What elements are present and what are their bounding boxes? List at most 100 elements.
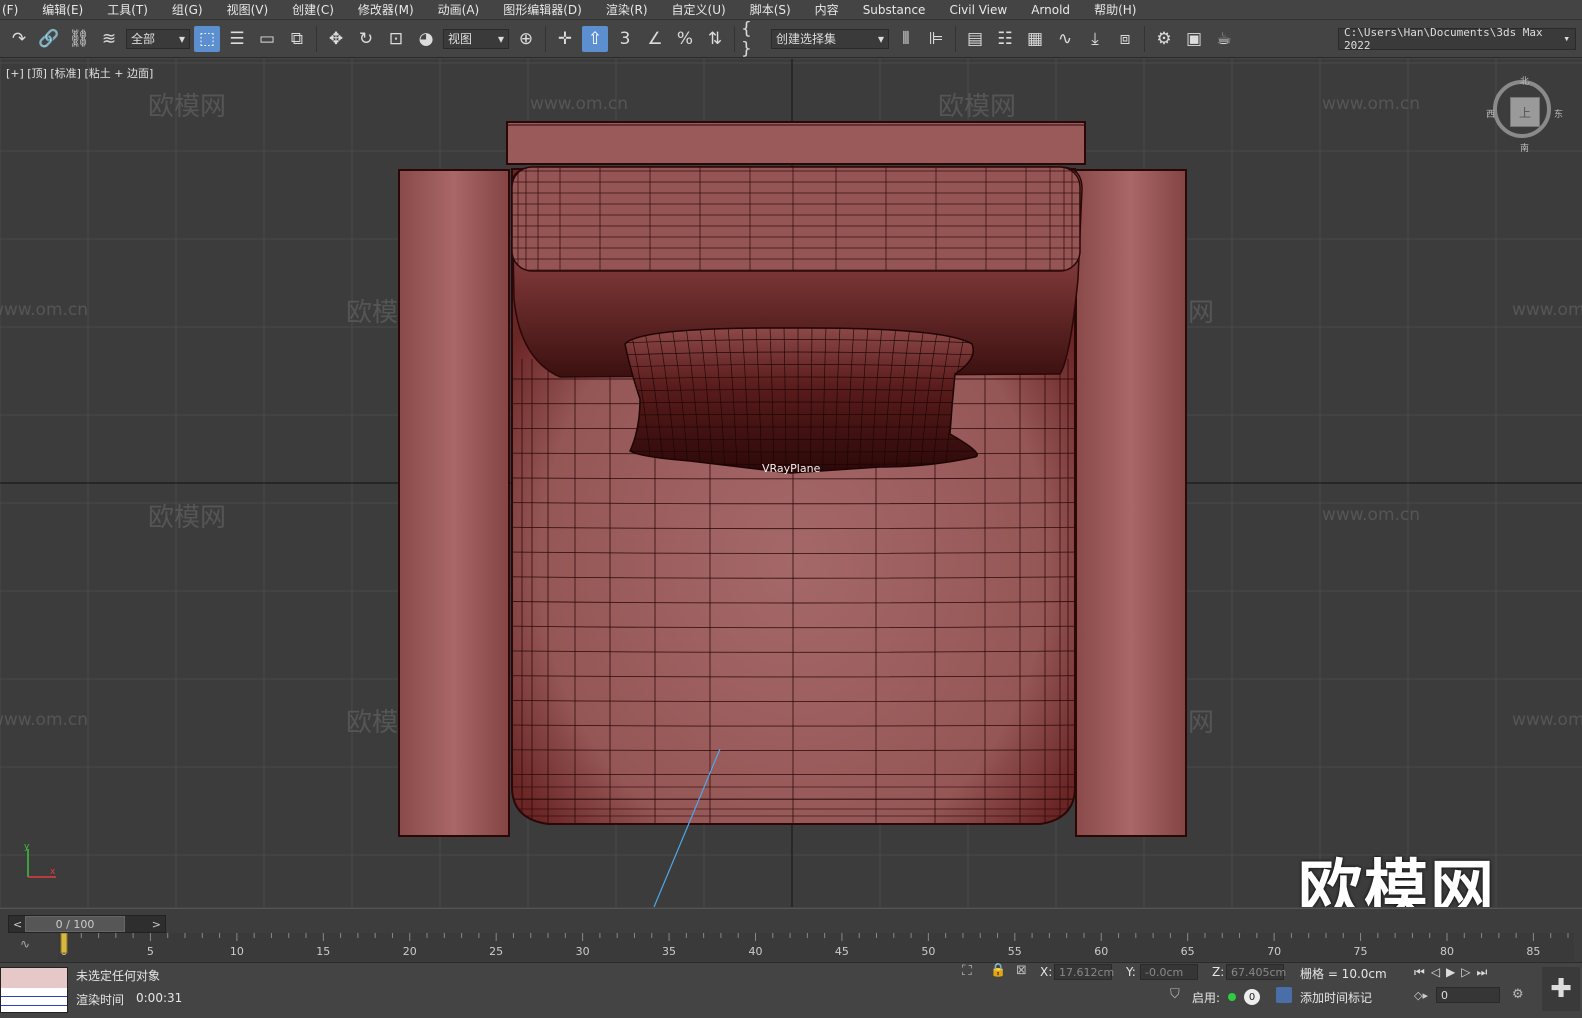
- render-setup-icon[interactable]: ⚙: [1151, 26, 1177, 52]
- next-frame-icon[interactable]: ▷: [1461, 965, 1476, 979]
- separator: [316, 25, 317, 52]
- place-icon[interactable]: ◕: [413, 26, 439, 52]
- align-icon[interactable]: ⊫: [923, 26, 949, 52]
- viewcube-face[interactable]: 上: [1510, 97, 1540, 127]
- maxscript-listener[interactable]: [0, 967, 68, 1013]
- time-cursor[interactable]: [60, 933, 68, 954]
- named-selection-dropdown[interactable]: 创建选择集 ▾: [771, 28, 889, 49]
- bind-space-warp-icon[interactable]: ≋: [96, 26, 122, 52]
- watermark-url: www.om.cn: [1322, 94, 1420, 114]
- menu-item-3[interactable]: 组(G): [160, 1, 215, 18]
- rendered-frame-window-icon[interactable]: ▣: [1181, 26, 1207, 52]
- scale-icon[interactable]: ⊡: [383, 26, 409, 52]
- right-armrest[interactable]: [1075, 169, 1187, 837]
- mirror-icon[interactable]: ⫴: [893, 26, 919, 52]
- viewport-label[interactable]: [+] [顶] [标准] [粘土 + 边面]: [6, 65, 153, 81]
- menu-item-16[interactable]: 帮助(H): [1082, 1, 1148, 18]
- viewport-canvas: 欧模网欧模网www.om.cnwww.om.cn欧模网欧模网www.om.cnw…: [0, 59, 1582, 907]
- menu-item-12[interactable]: 内容: [803, 1, 851, 18]
- spinner-snap-icon[interactable]: ⇅: [702, 26, 728, 52]
- ruler-tick-label: 55: [1008, 945, 1022, 958]
- ruler-tick-label: 60: [1094, 945, 1108, 958]
- back-panel[interactable]: [506, 121, 1086, 165]
- time-config-icon[interactable]: ⚙: [1512, 987, 1524, 1002]
- menu-item-2[interactable]: 工具(T): [95, 1, 160, 18]
- ruler-tick-label: 85: [1526, 945, 1540, 958]
- y-coordinate-field[interactable]: -0.0cm: [1140, 964, 1198, 980]
- chevron-down-icon: ▾: [877, 31, 884, 46]
- menu-item-13[interactable]: Substance: [851, 3, 938, 17]
- menu-item-1[interactable]: 编辑(E): [30, 1, 95, 18]
- curve-editor-icon[interactable]: ∿: [1052, 26, 1078, 52]
- goto-start-icon[interactable]: ⏮: [1414, 965, 1431, 979]
- z-coordinate-field[interactable]: 67.405cm: [1226, 964, 1286, 980]
- ruler-tick-label: 50: [921, 945, 935, 958]
- goto-end-icon[interactable]: ⏭: [1477, 965, 1494, 979]
- top-viewport[interactable]: 欧模网欧模网www.om.cnwww.om.cn欧模网欧模网www.om.cnw…: [0, 59, 1582, 907]
- play-icon[interactable]: ▶: [1446, 965, 1461, 979]
- script-icon[interactable]: ⛉: [1170, 987, 1180, 1002]
- edit-named-selection-icon[interactable]: { }: [741, 19, 767, 59]
- menu-item-4[interactable]: 视图(V): [215, 1, 281, 18]
- curve-editor-mini-icon[interactable]: ∿: [20, 937, 30, 951]
- watermark-url: www.om.cn: [0, 300, 88, 320]
- left-armrest[interactable]: [398, 169, 510, 837]
- time-tag-icon[interactable]: [1276, 987, 1292, 1003]
- menu-item-11[interactable]: 脚本(S): [738, 1, 803, 18]
- menu-item-6[interactable]: 修改器(M): [346, 1, 426, 18]
- menu-item-9[interactable]: 渲染(R): [594, 1, 660, 18]
- window-crossing-icon[interactable]: ⧉: [284, 26, 310, 52]
- schematic-view-icon[interactable]: ⤓: [1082, 26, 1108, 52]
- navigation-plus-icon[interactable]: ✚: [1542, 967, 1580, 1011]
- menu-item-10[interactable]: 自定义(U): [660, 1, 738, 18]
- prev-frame-icon[interactable]: ◁: [1431, 965, 1446, 979]
- current-frame-field[interactable]: 0: [1436, 987, 1500, 1003]
- time-prev-button[interactable]: <: [9, 918, 22, 931]
- select-manipulate-icon[interactable]: ✛: [552, 26, 578, 52]
- menu-item-14[interactable]: Civil View: [937, 3, 1019, 17]
- add-time-tag[interactable]: 添加时间标记: [1300, 989, 1372, 1006]
- angle-snap-icon[interactable]: ∠: [642, 26, 668, 52]
- material-editor-icon[interactable]: ⧈: [1112, 26, 1138, 52]
- timeline-ruler[interactable]: 0510152025303540455055606570758085: [58, 933, 1574, 961]
- render-production-icon[interactable]: ☕: [1211, 26, 1237, 52]
- layer-explorer-icon[interactable]: ▤: [962, 26, 988, 52]
- percent-snap-icon[interactable]: %: [672, 26, 698, 52]
- snaps-toggle-icon[interactable]: 3: [612, 26, 638, 52]
- x-coordinate-field[interactable]: 17.612cm: [1054, 964, 1114, 980]
- lock-icon[interactable]: 🔒: [990, 963, 1006, 978]
- rect-selection-icon[interactable]: ▭: [254, 26, 280, 52]
- selection-filter-dropdown[interactable]: 全部 ▾: [126, 28, 190, 49]
- unlink-icon[interactable]: ⛓: [66, 26, 92, 52]
- ruler-tick-label: 35: [662, 945, 676, 958]
- ruler-tick-label: 40: [748, 945, 762, 958]
- key-mode-icon[interactable]: ◇▸: [1414, 989, 1428, 1002]
- select-by-name-icon[interactable]: ☰: [224, 26, 250, 52]
- ref-coord-dropdown[interactable]: 视图 ▾: [443, 28, 509, 49]
- keyboard-shortcut-override-icon[interactable]: ⇧: [582, 25, 608, 52]
- pivot-icon[interactable]: ⊕: [513, 26, 539, 52]
- watermark-url: www.om.cn: [1512, 710, 1582, 730]
- toggle-ribbon-icon[interactable]: ☷: [992, 26, 1018, 52]
- ruler-tick-label: 70: [1267, 945, 1281, 958]
- ruler-tick-label: 25: [489, 945, 503, 958]
- viewcube[interactable]: 上 北 西 东 南: [1486, 77, 1563, 154]
- menu-item-0[interactable]: (F): [0, 3, 30, 17]
- select-object-icon[interactable]: ⬚: [194, 25, 220, 52]
- project-path-field[interactable]: C:\Users\Han\Documents\3ds Max 2022 ▾: [1338, 26, 1576, 52]
- time-next-button[interactable]: >: [152, 918, 165, 931]
- menu-item-5[interactable]: 创建(C): [280, 1, 346, 18]
- rotate-icon[interactable]: ↻: [353, 26, 379, 52]
- scene-explorer-icon[interactable]: ▦: [1022, 26, 1048, 52]
- time-slider[interactable]: < 0 / 100 >: [8, 915, 166, 933]
- menu-item-15[interactable]: Arnold: [1019, 3, 1082, 17]
- menu-item-8[interactable]: 图形编辑器(D): [491, 1, 594, 18]
- menu-item-7[interactable]: 动画(A): [426, 1, 492, 18]
- redo-icon[interactable]: ↷: [6, 26, 32, 52]
- absolute-mode-icon[interactable]: ⊠: [1016, 963, 1027, 978]
- ruler-ticks: 0510152025303540455055606570758085: [60, 933, 1569, 958]
- time-slider-thumb[interactable]: 0 / 100: [25, 916, 125, 932]
- isolate-icon[interactable]: ⛶: [962, 963, 972, 979]
- move-icon[interactable]: ✥: [323, 26, 349, 52]
- link-icon[interactable]: 🔗: [36, 26, 62, 52]
